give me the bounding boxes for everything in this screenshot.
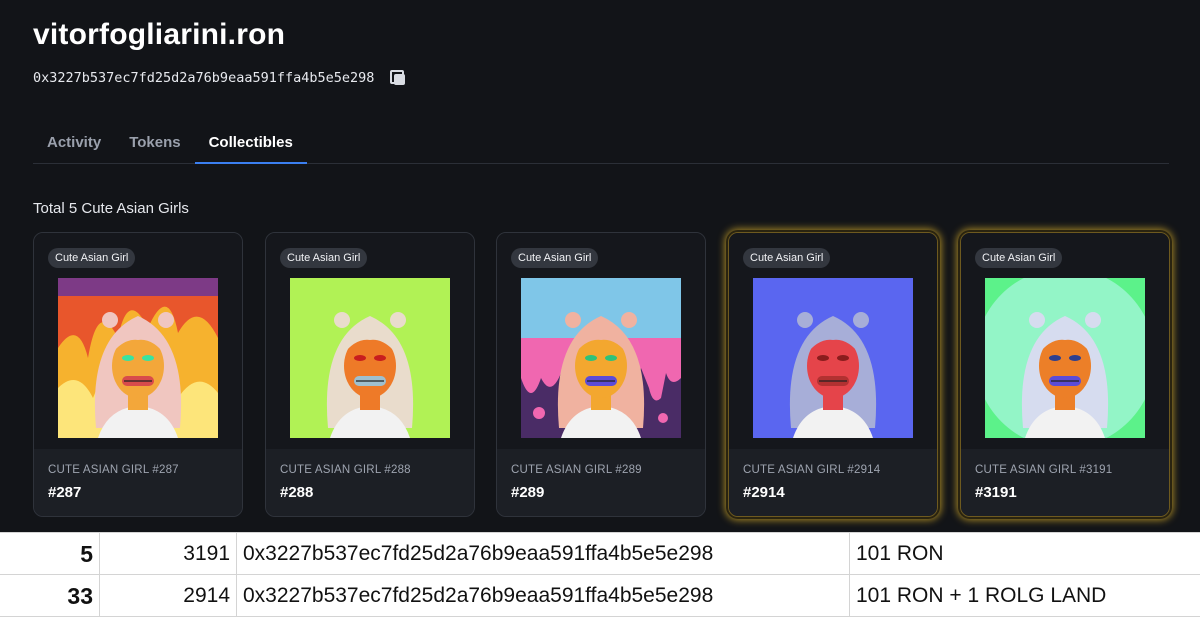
nft-artwork — [521, 278, 681, 438]
portrait-svg — [521, 278, 681, 438]
collection-total: Total 5 Cute Asian Girls — [33, 200, 189, 217]
card-meta: CUTE ASIAN GIRL #288 #288 — [266, 449, 474, 516]
card-image-area: Cute Asian Girl — [266, 233, 474, 449]
collection-badge: Cute Asian Girl — [280, 248, 368, 268]
rank-cell[interactable]: 5 — [0, 533, 100, 575]
collection-badge: Cute Asian Girl — [511, 248, 599, 268]
collection-badge: Cute Asian Girl — [743, 248, 831, 268]
wallet-name: vitorfogliarini.ron — [33, 18, 286, 51]
rank-cell[interactable]: 33 — [0, 575, 100, 617]
nft-artwork — [290, 278, 450, 438]
wallet-page: vitorfogliarini.ron 0x3227b537ec7fd25d2a… — [0, 0, 1200, 532]
token-cell[interactable]: 3191 — [100, 533, 237, 575]
portrait-svg — [985, 278, 1145, 438]
nft-id: #288 — [280, 484, 314, 501]
portrait-svg — [753, 278, 913, 438]
card-meta: CUTE ASIAN GIRL #287 #287 — [34, 449, 242, 516]
nft-card-highlighted[interactable]: Cute Asian Girl CUTE ASIAN GIRL #3191 #3… — [960, 232, 1170, 517]
address-cell[interactable]: 0x3227b537ec7fd25d2a76b9eaa591ffa4b5e5e2… — [237, 575, 850, 617]
portrait-svg — [58, 278, 218, 438]
address-row: 0x3227b537ec7fd25d2a76b9eaa591ffa4b5e5e2… — [33, 70, 406, 86]
wallet-address: 0x3227b537ec7fd25d2a76b9eaa591ffa4b5e5e2… — [33, 70, 375, 86]
card-image-area: Cute Asian Girl — [34, 233, 242, 449]
nft-card[interactable]: Cute Asian Girl CUTE ASIAN GIRL #289 #28… — [496, 232, 706, 517]
nft-card-highlighted[interactable]: Cute Asian Girl CUTE ASIAN GIRL #2914 #2… — [728, 232, 938, 517]
nft-card[interactable]: Cute Asian Girl CUTE ASIAN GIRL #288 #28… — [265, 232, 475, 517]
nft-artwork — [985, 278, 1145, 438]
portrait-svg — [290, 278, 450, 438]
nft-card[interactable]: Cute Asian Girl CUTE ASIAN GIRL #287 #28… — [33, 232, 243, 517]
nft-artwork — [58, 278, 218, 438]
card-image-area: Cute Asian Girl — [961, 233, 1169, 449]
spreadsheet: 5 3191 0x3227b537ec7fd25d2a76b9eaa591ffa… — [0, 532, 1200, 623]
card-meta: CUTE ASIAN GIRL #289 #289 — [497, 449, 705, 516]
nft-name: CUTE ASIAN GIRL #289 — [511, 464, 642, 476]
nft-name: CUTE ASIAN GIRL #3191 — [975, 464, 1113, 476]
nft-id: #3191 — [975, 484, 1017, 501]
prize-cell[interactable]: 101 RON — [850, 533, 1200, 575]
tab-collectibles[interactable]: Collectibles — [194, 123, 307, 164]
prize-cell[interactable]: 101 RON + 1 ROLG LAND — [850, 575, 1200, 617]
card-image-area: Cute Asian Girl — [497, 233, 705, 449]
nft-name: CUTE ASIAN GIRL #287 — [48, 464, 179, 476]
nft-name: CUTE ASIAN GIRL #288 — [280, 464, 411, 476]
card-image-area: Cute Asian Girl — [729, 233, 937, 449]
spreadsheet-row: 33 2914 0x3227b537ec7fd25d2a76b9eaa591ff… — [0, 575, 1200, 617]
nft-id: #287 — [48, 484, 82, 501]
collection-badge: Cute Asian Girl — [48, 248, 136, 268]
tab-tokens[interactable]: Tokens — [115, 123, 194, 164]
nft-artwork — [753, 278, 913, 438]
card-meta: CUTE ASIAN GIRL #3191 #3191 — [961, 449, 1169, 516]
card-meta: CUTE ASIAN GIRL #2914 #2914 — [729, 449, 937, 516]
address-cell[interactable]: 0x3227b537ec7fd25d2a76b9eaa591ffa4b5e5e2… — [237, 533, 850, 575]
nft-id: #2914 — [743, 484, 785, 501]
nft-name: CUTE ASIAN GIRL #2914 — [743, 464, 881, 476]
collectibles-grid: Cute Asian Girl CUTE ASIAN GIRL #287 #28… — [33, 232, 1173, 517]
spreadsheet-row: 5 3191 0x3227b537ec7fd25d2a76b9eaa591ffa… — [0, 533, 1200, 575]
tab-bar: Activity Tokens Collectibles — [33, 123, 1169, 164]
copy-icon[interactable] — [390, 70, 406, 86]
collection-badge: Cute Asian Girl — [975, 248, 1063, 268]
token-cell[interactable]: 2914 — [100, 575, 237, 617]
nft-id: #289 — [511, 484, 545, 501]
tab-activity[interactable]: Activity — [33, 123, 115, 164]
